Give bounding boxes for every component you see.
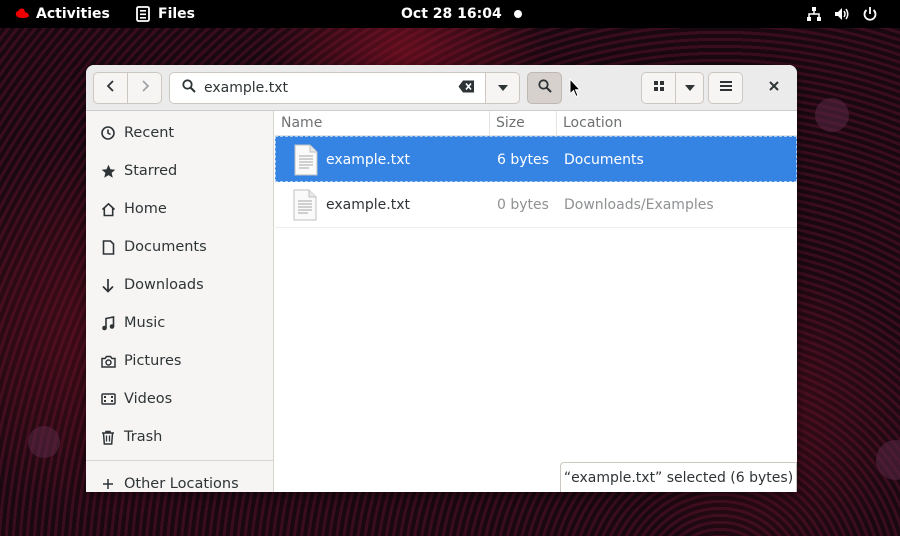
star-icon — [100, 163, 116, 179]
sidebar-item-label: Music — [124, 315, 166, 331]
top-bar: Activities Files Oct 28 16:04 — [0, 0, 900, 28]
text-file-icon — [292, 189, 318, 225]
search-options-button[interactable] — [485, 72, 520, 104]
app-name-label: Files — [158, 6, 195, 22]
sidebar-item-label: Trash — [124, 429, 163, 445]
selection-status: “example.txt” selected (6 bytes) — [560, 462, 797, 492]
clock[interactable]: Oct 28 16:04 — [401, 0, 502, 28]
files-app-icon — [136, 6, 150, 22]
view-options-button[interactable] — [675, 72, 704, 104]
search-toggle-button[interactable] — [527, 72, 562, 104]
mouse-pointer-icon — [569, 77, 582, 102]
wallpaper-bubble — [876, 440, 900, 480]
sidebar-item-label: Downloads — [124, 277, 204, 293]
file-size: 6 bytes — [497, 152, 549, 168]
activities-label: Activities — [36, 6, 110, 22]
location-search-entry[interactable]: example.txt — [169, 72, 486, 104]
download-icon — [100, 277, 116, 293]
sidebar-item-videos[interactable]: Videos — [86, 380, 273, 418]
sidebar-item-documents[interactable]: Documents — [86, 228, 273, 266]
file-name: example.txt — [326, 197, 410, 213]
home-icon — [100, 201, 116, 217]
sidebar-item-label: Recent — [124, 125, 175, 141]
notification-dot-icon — [514, 10, 522, 18]
sidebar-item-other-locations[interactable]: Other Locations — [86, 466, 273, 492]
file-location: Documents — [564, 152, 644, 168]
table-row[interactable]: example.txt 6 bytes Documents — [275, 136, 797, 182]
column-header-name[interactable]: Name — [275, 111, 490, 136]
chevron-left-icon — [106, 79, 116, 97]
music-icon — [100, 315, 116, 331]
forward-button[interactable] — [127, 72, 162, 104]
grid-view-icon — [653, 80, 665, 96]
search-input[interactable]: example.txt — [204, 80, 458, 96]
sidebar-item-label: Pictures — [124, 353, 182, 369]
network-icon — [806, 6, 822, 22]
plus-icon — [100, 476, 116, 492]
main-menu-button[interactable] — [708, 72, 743, 104]
system-menu[interactable] — [806, 0, 878, 28]
places-sidebar: Recent Starred Home Documents Downloads … — [86, 111, 274, 492]
hamburger-menu-icon — [719, 80, 733, 96]
redhat-logo-icon — [14, 8, 30, 20]
sidebar-item-music[interactable]: Music — [86, 304, 273, 342]
clear-text-icon[interactable] — [458, 80, 475, 97]
search-icon — [537, 79, 552, 97]
sidebar-item-pictures[interactable]: Pictures — [86, 342, 273, 380]
video-icon — [100, 391, 116, 407]
file-name: example.txt — [326, 152, 410, 168]
sidebar-item-label: Other Locations — [124, 476, 239, 492]
power-icon — [862, 6, 878, 22]
camera-icon — [100, 353, 116, 369]
sidebar-item-home[interactable]: Home — [86, 190, 273, 228]
app-menu-files[interactable]: Files — [136, 0, 195, 28]
file-location: Downloads/Examples — [564, 197, 714, 213]
sidebar-item-starred[interactable]: Starred — [86, 152, 273, 190]
clock-icon — [100, 125, 116, 141]
activities-button[interactable]: Activities — [14, 0, 110, 28]
wallpaper-bubble — [28, 426, 60, 458]
file-size: 0 bytes — [497, 197, 549, 213]
sidebar-item-label: Videos — [124, 391, 173, 407]
sidebar-item-trash[interactable]: Trash — [86, 418, 273, 456]
column-header-size[interactable]: Size — [490, 111, 557, 136]
sidebar-item-label: Documents — [124, 239, 207, 255]
column-header-location[interactable]: Location — [557, 111, 797, 136]
header-bar: example.txt — [86, 65, 797, 111]
files-window: example.txt Recent Starred Home Document… — [86, 65, 797, 492]
search-icon — [182, 79, 196, 97]
trash-icon — [100, 429, 116, 445]
volume-icon — [834, 6, 850, 22]
view-grid-button[interactable] — [641, 72, 676, 104]
close-icon — [768, 80, 780, 96]
sidebar-item-downloads[interactable]: Downloads — [86, 266, 273, 304]
sidebar-item-label: Home — [124, 201, 167, 217]
close-button[interactable] — [756, 72, 791, 104]
table-row[interactable]: example.txt 0 bytes Downloads/Examples — [275, 182, 797, 228]
chevron-down-icon — [497, 80, 509, 96]
document-icon — [100, 239, 116, 255]
wallpaper-bubble — [815, 98, 849, 132]
file-list-view: Name Size Location example.txt 6 bytes D… — [275, 111, 797, 492]
back-button[interactable] — [93, 72, 128, 104]
sidebar-separator — [86, 460, 273, 461]
sidebar-item-recent[interactable]: Recent — [86, 114, 273, 152]
sidebar-item-label: Starred — [124, 163, 178, 179]
chevron-down-icon — [684, 80, 696, 96]
text-file-icon — [293, 144, 319, 180]
chevron-right-icon — [140, 79, 150, 97]
